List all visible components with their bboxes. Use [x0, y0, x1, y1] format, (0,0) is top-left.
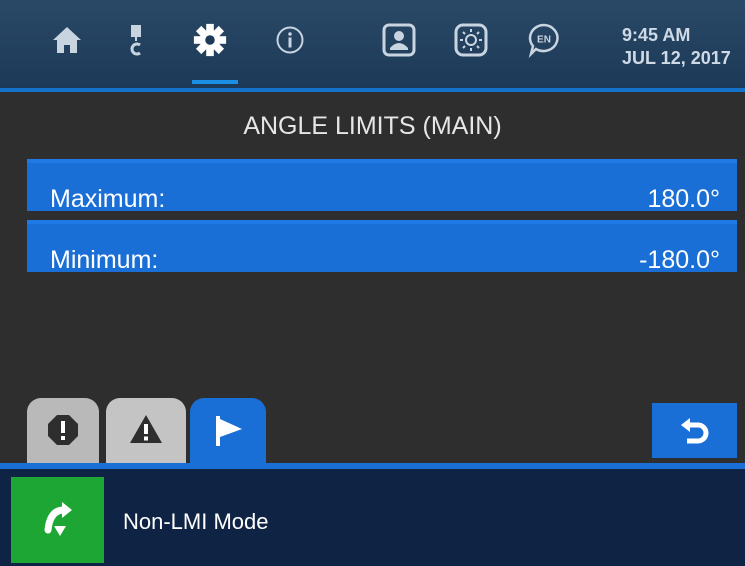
maximum-label: Maximum:	[50, 185, 166, 213]
non-lmi-mode-icon	[11, 477, 104, 563]
top-nav-bar: EN 9:45 AM JUL 12, 2017	[0, 0, 745, 88]
header-divider	[0, 88, 745, 92]
flag-icon	[210, 413, 246, 454]
back-arrow-icon	[680, 417, 708, 443]
gear-icon[interactable]	[192, 22, 228, 58]
info-icon[interactable]	[272, 22, 308, 58]
brightness-icon[interactable]	[453, 22, 489, 58]
fault-octagon-icon	[46, 413, 80, 452]
minimum-label: Minimum:	[50, 246, 159, 274]
tab-warnings[interactable]	[106, 398, 186, 466]
status-bar	[0, 469, 745, 566]
home-icon[interactable]	[49, 22, 85, 58]
tab-faults[interactable]	[27, 398, 99, 466]
warning-triangle-icon	[128, 413, 164, 450]
language-code: EN	[537, 35, 551, 46]
page-title: ANGLE LIMITS (MAIN)	[243, 112, 502, 140]
maximum-limit-row[interactable]: Maximum: 180.0°	[27, 159, 737, 213]
screen: EN 9:45 AM JUL 12, 2017 ANGLE LIMITS (MA…	[0, 0, 745, 566]
minimum-limit-row[interactable]: Minimum: -180.0°	[27, 220, 737, 274]
tab-flags[interactable]	[190, 398, 266, 466]
time-label: 9:45 AM	[622, 25, 691, 45]
user-id-icon[interactable]	[381, 22, 417, 58]
language-icon[interactable]: EN	[526, 22, 562, 58]
clock: 9:45 AM JUL 12, 2017	[622, 24, 731, 70]
mode-status-text: Non-LMI Mode	[123, 509, 269, 534]
date-label: JUL 12, 2017	[622, 48, 731, 68]
back-button[interactable]	[652, 403, 737, 458]
minimum-value: -180.0°	[639, 246, 720, 274]
maximum-value: 180.0°	[647, 185, 720, 213]
active-tab-indicator	[192, 80, 238, 84]
crane-hook-icon[interactable]	[118, 22, 154, 58]
